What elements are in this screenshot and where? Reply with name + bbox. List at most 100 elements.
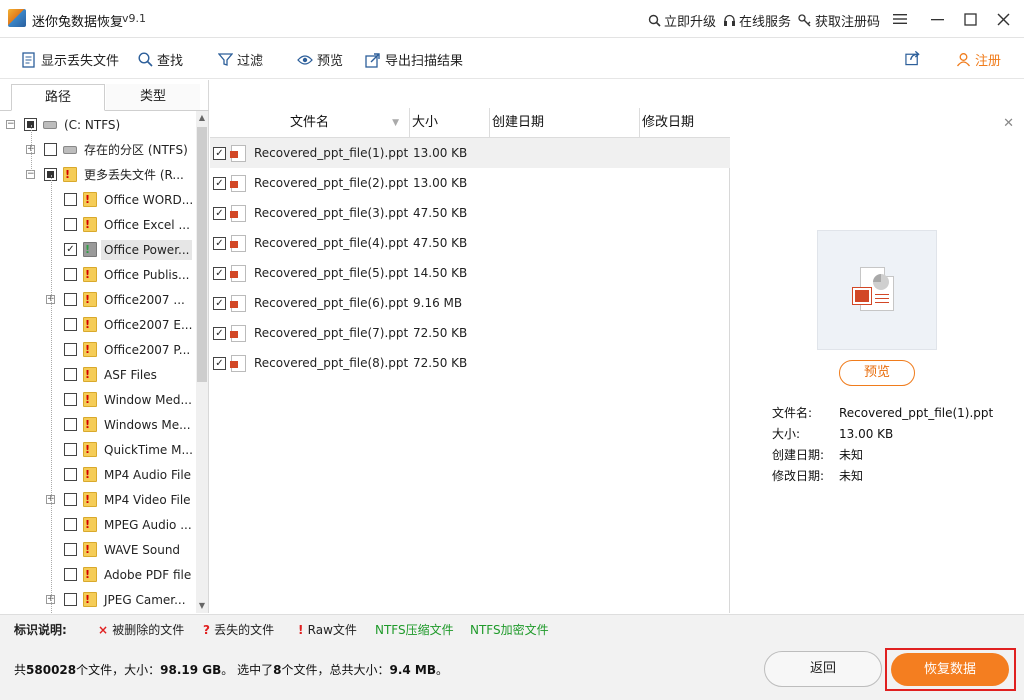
find-label: 查找 <box>157 54 184 69</box>
tree-item[interactable]: ! MP4 Audio File <box>0 463 196 487</box>
tree-item[interactable]: +! JPEG Camer... <box>0 588 196 612</box>
tree-item[interactable]: ! Office Excel ... <box>0 213 196 237</box>
tree-checkbox[interactable] <box>44 143 57 156</box>
upgrade-link[interactable]: 立即升级 <box>647 11 716 30</box>
tree-item[interactable]: − (C: NTFS) <box>0 113 196 137</box>
tree-checkbox[interactable] <box>64 593 77 606</box>
find-button[interactable]: 查找 <box>137 50 183 69</box>
filter-button[interactable]: 过滤 <box>217 50 263 69</box>
tree-scrollbar[interactable]: ▲ ▼ <box>196 111 208 613</box>
file-checkbox[interactable]: ✓ <box>213 207 226 220</box>
file-size: 9.16 MB <box>413 296 463 310</box>
file-size: 13.00 KB <box>413 146 468 160</box>
file-checkbox[interactable]: ✓ <box>213 327 226 340</box>
collapse-icon[interactable]: − <box>26 170 35 179</box>
scroll-thumb[interactable] <box>197 127 207 382</box>
collapse-icon[interactable]: − <box>6 120 15 129</box>
close-panel-icon[interactable]: ✕ <box>1003 116 1014 131</box>
tree-checkbox[interactable] <box>64 343 77 356</box>
back-button[interactable]: 返回 <box>764 651 882 687</box>
tree-checkbox[interactable] <box>64 568 77 581</box>
tree-item-label: Office Power... <box>101 240 193 260</box>
maximize-icon[interactable] <box>957 6 983 32</box>
minimize-icon[interactable] <box>924 6 950 32</box>
file-row[interactable]: ✓ Recovered_ppt_file(4).ppt 47.50 KB <box>210 228 730 258</box>
tree-checkbox[interactable] <box>64 368 77 381</box>
column-created[interactable]: 创建日期 <box>490 108 640 138</box>
file-checkbox[interactable]: ✓ <box>213 147 226 160</box>
tree-item[interactable]: ! Office WORD... <box>0 188 196 212</box>
tree-item[interactable]: ✓! Office Power... <box>0 238 196 262</box>
tree-checkbox[interactable] <box>64 318 77 331</box>
tree-checkbox[interactable] <box>64 293 77 306</box>
tree-item-label: (C: NTFS) <box>64 118 121 132</box>
file-row[interactable]: ✓ Recovered_ppt_file(7).ppt 72.50 KB <box>210 318 730 348</box>
export-icon <box>365 52 381 68</box>
tree-item[interactable]: +! Office2007 ... <box>0 288 196 312</box>
online-service-link[interactable]: 在线服务 <box>722 11 791 30</box>
file-row[interactable]: ✓ Recovered_ppt_file(8).ppt 72.50 KB <box>210 348 730 378</box>
column-size[interactable]: 大小 <box>410 108 490 138</box>
tree-item[interactable]: ! Window Med... <box>0 388 196 412</box>
file-checkbox[interactable]: ✓ <box>213 237 226 250</box>
tree-item[interactable]: ! MPEG Audio ... <box>0 513 196 537</box>
file-checkbox[interactable]: ✓ <box>213 267 226 280</box>
tree-item-label: Window Med... <box>104 393 192 407</box>
detail-info-row: 修改日期: 未知 <box>772 467 863 484</box>
file-checkbox[interactable]: ✓ <box>213 177 226 190</box>
tree-checkbox[interactable] <box>64 193 77 206</box>
tree-item[interactable]: ! Office Publis... <box>0 263 196 287</box>
tree-item[interactable]: ! ASF Files <box>0 363 196 387</box>
tree-item[interactable]: ! WAVE Sound <box>0 538 196 562</box>
tree-checkbox[interactable]: ✓ <box>64 243 77 256</box>
close-window-icon[interactable] <box>990 6 1016 32</box>
file-checkbox[interactable]: ✓ <box>213 357 226 370</box>
file-row[interactable]: ✓ Recovered_ppt_file(3).ppt 47.50 KB <box>210 198 730 228</box>
share-button[interactable] <box>905 50 921 66</box>
tree-item[interactable]: −! 更多丢失文件 (R... <box>0 163 196 187</box>
tree-checkbox[interactable] <box>64 518 77 531</box>
status-bar: 共580028个文件，大小：98.19 GB。 选中了8个文件，总共大小：9.4… <box>0 642 1024 700</box>
export-results-button[interactable]: 导出扫描结果 <box>365 50 463 69</box>
preview-button[interactable]: 预览 <box>297 50 343 69</box>
tree-checkbox[interactable] <box>64 468 77 481</box>
tab-type[interactable]: 类型 <box>106 84 200 111</box>
tree-item[interactable]: +! MP4 Video File <box>0 488 196 512</box>
tree-item[interactable]: ! Office2007 P... <box>0 338 196 362</box>
register-button[interactable]: 注册 <box>955 50 1001 69</box>
detail-panel: ✕ 预览 文件名: Recovered_ppt_file(1).ppt 大小: 13.… <box>731 108 1024 613</box>
detail-preview-button[interactable]: 预览 <box>839 360 915 386</box>
file-checkbox[interactable]: ✓ <box>213 297 226 310</box>
menu-icon[interactable] <box>887 6 913 32</box>
tree-checkbox[interactable] <box>64 493 77 506</box>
tree-checkbox[interactable] <box>64 443 77 456</box>
tab-path[interactable]: 路径 <box>11 84 105 111</box>
tree-checkbox[interactable] <box>64 393 77 406</box>
tree-item-label: ASF Files <box>104 368 157 382</box>
file-row[interactable]: ✓ Recovered_ppt_file(1).ppt 13.00 KB <box>210 138 730 168</box>
get-code-link[interactable]: 获取注册码 <box>798 11 880 30</box>
column-modified[interactable]: 修改日期 <box>640 108 730 138</box>
tree-item[interactable]: ! Windows Me... <box>0 413 196 437</box>
file-row[interactable]: ✓ Recovered_ppt_file(6).ppt 9.16 MB <box>210 288 730 318</box>
tree-item[interactable]: ! Office2007 E... <box>0 313 196 337</box>
show-lost-files-button[interactable]: 显示丢失文件 <box>21 50 119 69</box>
left-panel: 路径 类型 − (C: NTFS) + 存在的分区 (NTFS) −! 更多丢失文件 (R… <box>0 80 209 613</box>
tree-item-label: Office2007 P... <box>104 343 191 357</box>
column-filename[interactable]: 文件名 ▼ <box>210 108 410 138</box>
file-name: Recovered_ppt_file(5).ppt <box>254 266 409 280</box>
recover-data-button[interactable]: 恢复数据 <box>891 653 1009 686</box>
tree-item[interactable]: ! Adobe PDF file <box>0 563 196 587</box>
tree-item[interactable]: ! QuickTime M... <box>0 438 196 462</box>
scroll-down-icon[interactable]: ▼ <box>196 599 208 613</box>
tree-checkbox[interactable] <box>64 418 77 431</box>
scroll-up-icon[interactable]: ▲ <box>196 111 208 125</box>
file-row[interactable]: ✓ Recovered_ppt_file(5).ppt 14.50 KB <box>210 258 730 288</box>
tree-checkbox[interactable] <box>64 268 77 281</box>
legend-title: 标识说明: <box>14 623 67 637</box>
tree-checkbox[interactable] <box>64 218 77 231</box>
folder-icon: ! <box>83 517 97 532</box>
tree-checkbox[interactable] <box>64 543 77 556</box>
file-row[interactable]: ✓ Recovered_ppt_file(2).ppt 13.00 KB <box>210 168 730 198</box>
tree-item[interactable]: + 存在的分区 (NTFS) <box>0 138 196 162</box>
